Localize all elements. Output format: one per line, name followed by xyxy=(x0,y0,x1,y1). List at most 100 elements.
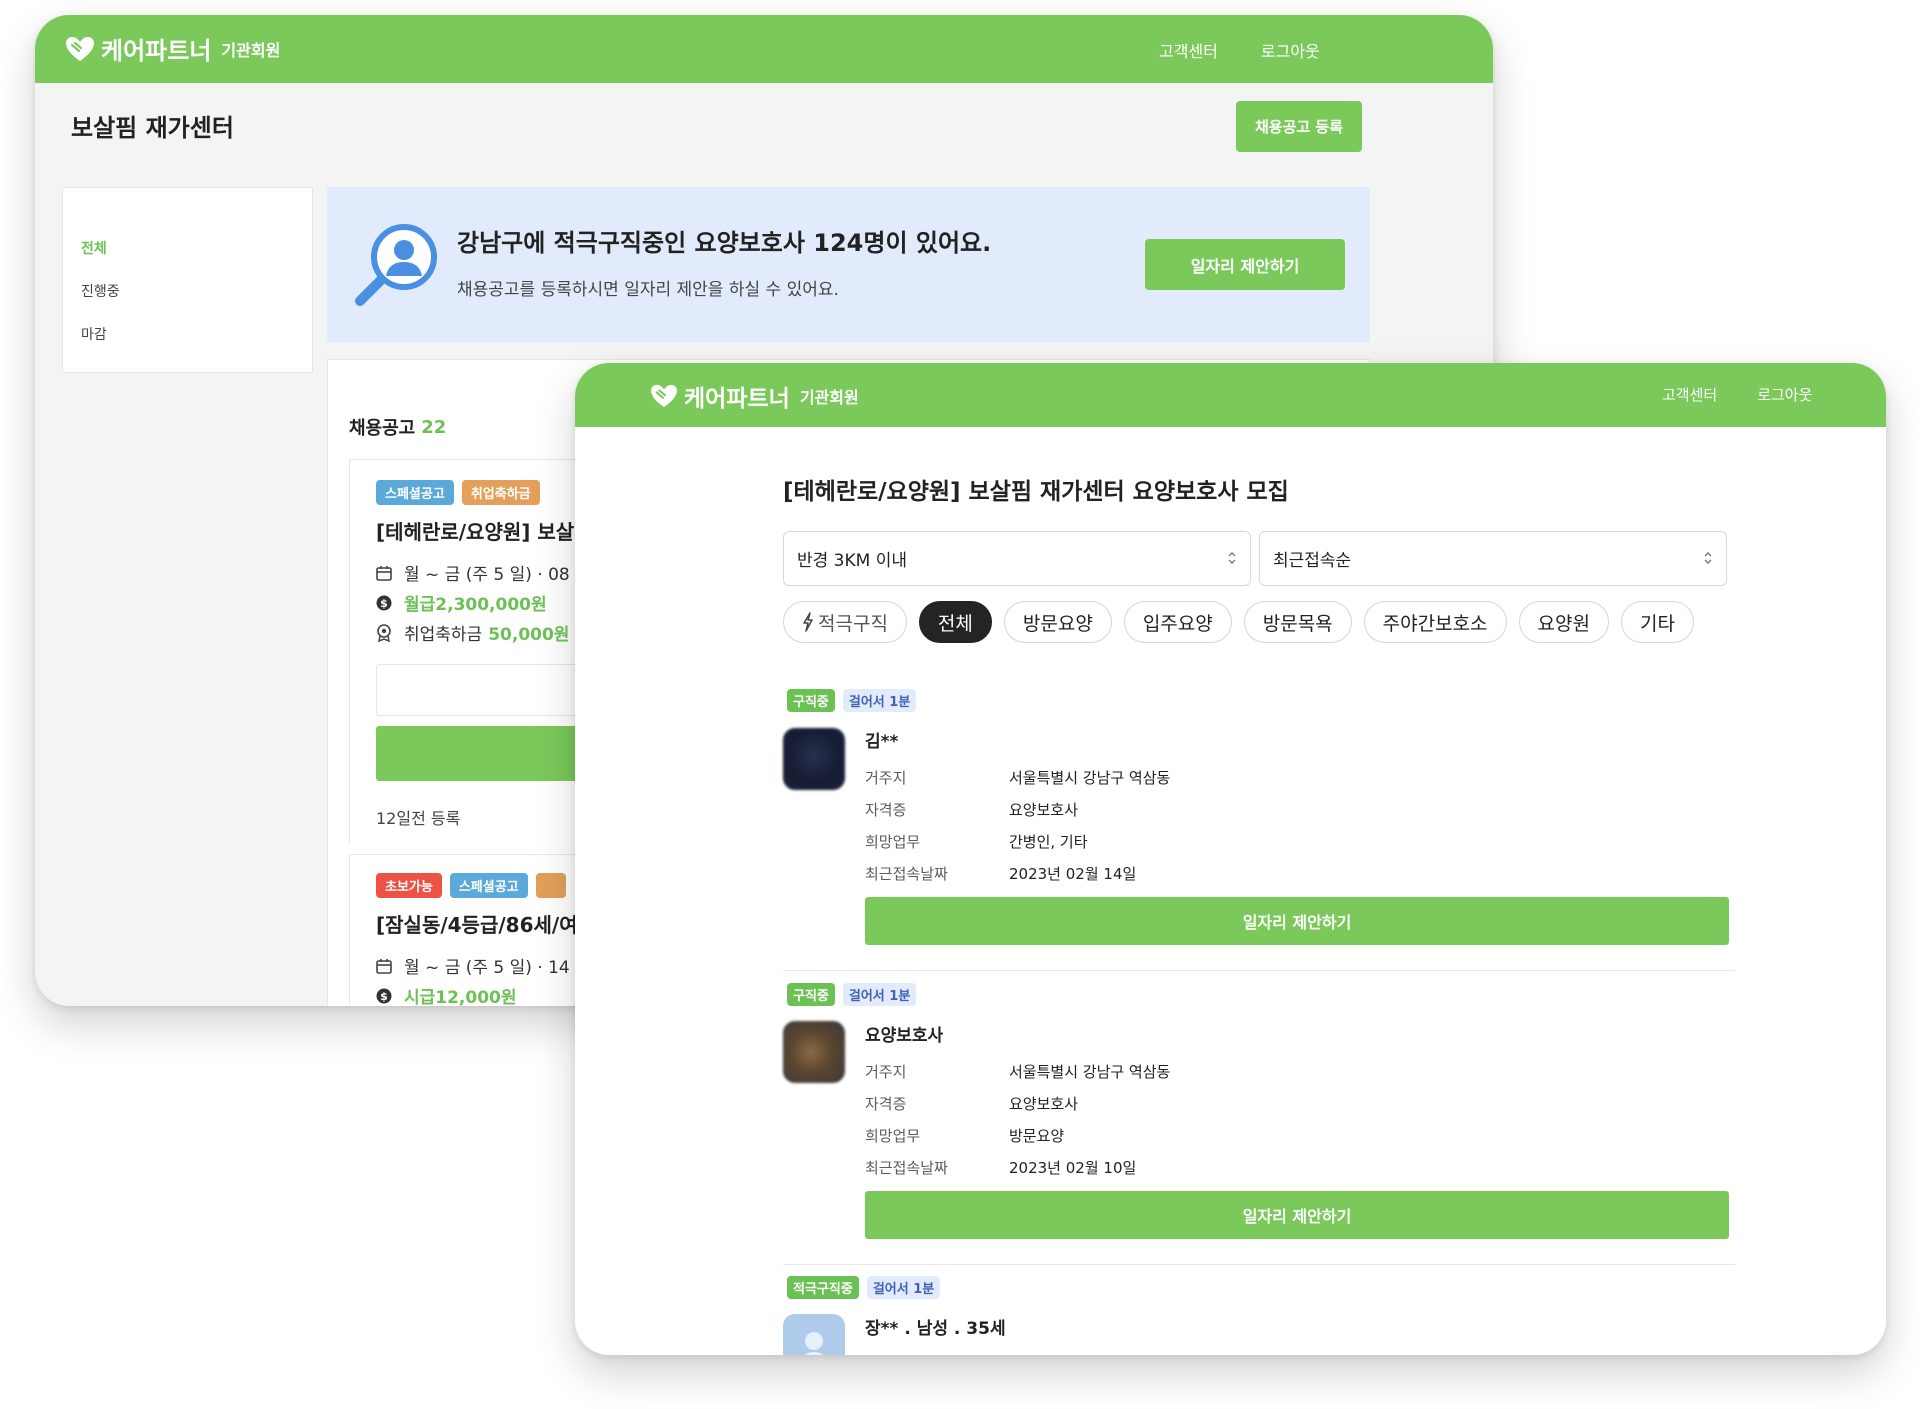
info-label: 최근접속날짜 xyxy=(865,865,948,883)
register-job-button[interactable]: 채용공고 등록 xyxy=(1236,101,1362,152)
candidate-name: 김** xyxy=(865,732,899,752)
back-logo-sub: 기관회원 xyxy=(221,40,281,60)
candidate-tags: 구직중 걸어서 1분 xyxy=(787,983,924,1006)
info-value: 2023년 02월 14일 xyxy=(1009,865,1137,883)
back-nav-logout[interactable]: 로그아웃 xyxy=(1261,38,1320,62)
job-title: [테헤란로/요양원] 보살 xyxy=(376,520,575,544)
job-pay-row: $ 월급2,300,000원 xyxy=(376,590,547,615)
chip-active-seeking[interactable]: 적극구직 xyxy=(783,601,907,643)
candidate-card: 구직중 걸어서 1분 요양보호사 거주지 서울특별시 강남구 역삼동 자격증 요… xyxy=(783,983,1735,1265)
candidate-card: 적극구직중 걸어서 1분 장** . 남성 . 35세 xyxy=(783,1276,1735,1355)
job-pay: 시급12,000원 xyxy=(404,988,517,1006)
svg-text:$: $ xyxy=(380,990,388,1003)
info-value: 요양보호사 xyxy=(1009,801,1079,819)
chip-other[interactable]: 기타 xyxy=(1621,601,1694,643)
sidebar-item-all[interactable]: 전체 xyxy=(81,238,107,258)
front-logo-sub: 기관회원 xyxy=(799,388,859,407)
candidate-banner: 강남구에 적극구직중인 요양보호사 124명이 있어요. 채용공고를 등록하시면… xyxy=(327,187,1370,342)
front-logo-text: 케어파트너 xyxy=(684,386,790,412)
info-value: 서울특별시 강남구 역삼동 xyxy=(1009,1063,1171,1081)
status-badge: 구직중 xyxy=(787,983,835,1006)
default-avatar-icon xyxy=(783,1314,845,1355)
avatar xyxy=(783,728,845,790)
job-tags: 스페셜공고 취업축하금 xyxy=(376,480,548,505)
front-header: 케어파트너 기관회원 고객센터 로그아웃 xyxy=(575,363,1886,427)
tag-third xyxy=(535,873,566,898)
job-bonus-row: 취업축하금 50,000원 xyxy=(376,620,569,645)
back-page-title: 보살핌 재가센터 xyxy=(71,114,234,142)
job-schedule: 월 ~ 금 (주 5 일) · 08 xyxy=(404,565,570,585)
info-label: 희망업무 xyxy=(865,833,921,851)
distance-badge: 걸어서 1분 xyxy=(842,983,917,1006)
sidebar-item-ongoing[interactable]: 진행중 xyxy=(81,281,120,301)
back-nav-support[interactable]: 고객센터 xyxy=(1159,38,1218,62)
info-value: 방문요양 xyxy=(1009,1127,1065,1145)
radius-select[interactable]: 반경 3KM 이내 xyxy=(783,531,1251,586)
info-label: 희망업무 xyxy=(865,1127,921,1145)
tag-special: 스페셜공고 xyxy=(449,873,528,898)
status-badge: 구직중 xyxy=(787,689,835,712)
job-title: [잠실동/4등급/86세/여 xyxy=(376,913,578,937)
chip-all[interactable]: 전체 xyxy=(918,601,992,643)
job-list-heading-label: 채용공고 xyxy=(349,418,416,439)
candidate-name: 장** . 남성 . 35세 xyxy=(865,1319,1006,1339)
job-bonus-label: 취업축하금 xyxy=(404,625,483,645)
chip-nursing-home[interactable]: 요양원 xyxy=(1518,601,1609,643)
job-list-heading: 채용공고 22 xyxy=(349,414,446,440)
avatar xyxy=(783,1021,845,1083)
distance-badge: 걸어서 1분 xyxy=(842,689,917,712)
back-sidebar: 전체 진행중 마감 xyxy=(62,187,313,373)
info-label: 자격증 xyxy=(865,1095,907,1113)
info-label: 거주지 xyxy=(865,1063,907,1081)
info-value: 2023년 02월 10일 xyxy=(1009,1159,1137,1177)
job-bonus-value: 50,000원 xyxy=(488,625,570,645)
front-nav-support[interactable]: 고객센터 xyxy=(1662,384,1717,405)
svg-text:$: $ xyxy=(380,597,388,610)
back-logo[interactable]: 케어파트너 기관회원 xyxy=(65,31,280,66)
sort-select-value: 최근접속순 xyxy=(1273,551,1352,571)
chip-live-in-care[interactable]: 입주요양 xyxy=(1123,601,1232,643)
job-count: 22 xyxy=(421,416,447,438)
search-person-icon xyxy=(355,224,437,306)
banner-subtitle: 채용공고를 등록하시면 일자리 제안을 하실 수 있어요. xyxy=(457,280,839,300)
sidebar-item-closed[interactable]: 마감 xyxy=(81,324,107,344)
front-logo[interactable]: 케어파트너 기관회원 xyxy=(650,379,859,413)
tag-bonus: 취업축하금 xyxy=(461,480,540,505)
info-value: 요양보호사 xyxy=(1009,1095,1079,1113)
chip-visit-bath[interactable]: 방문목욕 xyxy=(1243,601,1352,643)
medal-icon xyxy=(376,623,392,642)
heart-hands-logo-icon xyxy=(651,384,677,408)
propose-job-button[interactable]: 일자리 제안하기 xyxy=(865,897,1729,945)
radius-select-value: 반경 3KM 이내 xyxy=(797,551,907,571)
dollar-icon: $ xyxy=(376,595,392,611)
status-badge: 적극구직중 xyxy=(787,1276,859,1299)
info-label: 거주지 xyxy=(865,769,907,787)
job-pay: 월급2,300,000원 xyxy=(404,595,547,615)
chip-visit-care[interactable]: 방문요양 xyxy=(1003,601,1112,643)
back-header: 케어파트너 기관회원 고객센터 로그아웃 xyxy=(35,15,1493,83)
tag-beginner: 초보가능 xyxy=(376,873,442,898)
back-logo-text: 케어파트너 xyxy=(101,37,212,65)
heart-hands-logo-icon xyxy=(66,36,94,61)
candidate-tags: 적극구직중 걸어서 1분 xyxy=(787,1276,948,1299)
info-label: 최근접속날짜 xyxy=(865,1159,948,1177)
propose-job-button[interactable]: 일자리 제안하기 xyxy=(865,1191,1729,1239)
job-tags: 초보가능 스페셜공고 xyxy=(376,873,574,898)
chip-day-night-care[interactable]: 주야간보호소 xyxy=(1363,601,1507,643)
back-nav: 고객센터 로그아웃 xyxy=(1159,38,1320,62)
job-schedule-row: 월 ~ 금 (주 5 일) · 08 xyxy=(376,560,570,585)
tag-special: 스페셜공고 xyxy=(376,480,454,505)
info-value: 간병인, 기타 xyxy=(1009,833,1088,851)
info-label: 자격증 xyxy=(865,801,907,819)
calendar-icon xyxy=(376,565,392,581)
job-pay-row: $ 시급12,000원 xyxy=(376,983,517,1006)
front-window: 케어파트너 기관회원 고객센터 로그아웃 [테헤란로/요양원] 보살핌 재가센터… xyxy=(575,363,1886,1355)
banner-propose-button[interactable]: 일자리 제안하기 xyxy=(1145,239,1345,290)
distance-badge: 걸어서 1분 xyxy=(866,1276,941,1299)
info-value: 서울특별시 강남구 역삼동 xyxy=(1009,769,1171,787)
front-nav-logout[interactable]: 로그아웃 xyxy=(1757,384,1812,405)
sort-select[interactable]: 최근접속순 xyxy=(1259,531,1727,586)
chip-label: 적극구직 xyxy=(818,612,888,635)
job-registered: 12일전 등록 xyxy=(376,809,461,828)
job-schedule: 월 ~ 금 (주 5 일) · 14 xyxy=(404,958,570,978)
